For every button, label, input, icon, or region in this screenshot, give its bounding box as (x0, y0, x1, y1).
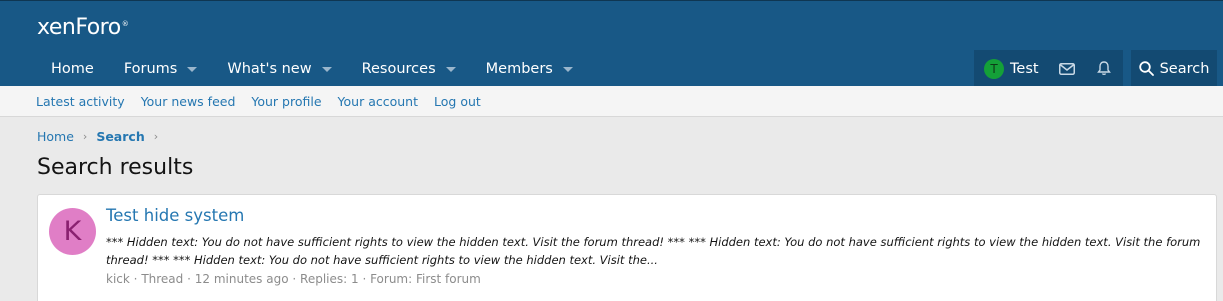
account-link[interactable]: T Test (974, 50, 1049, 87)
chevron-down-icon[interactable] (187, 67, 198, 72)
subnav-your-profile[interactable]: Your profile (251, 94, 321, 109)
envelope-icon (1059, 62, 1076, 75)
nav-tab-resources[interactable]: Resources (347, 51, 471, 87)
subnav-log-out[interactable]: Log out (434, 94, 481, 109)
nav-tab-home[interactable]: Home (36, 51, 109, 87)
nav-tab-forums[interactable]: Forums (109, 51, 213, 87)
search-button[interactable]: Search (1131, 50, 1217, 87)
username: Test (1010, 60, 1039, 77)
breadcrumb-home[interactable]: Home (37, 129, 74, 144)
avatar: T (984, 58, 1004, 79)
subnav-your-account[interactable]: Your account (338, 94, 418, 109)
result-forum-link[interactable]: Forum: First forum (370, 272, 481, 286)
chevron-right-icon: › (153, 130, 159, 143)
account-bar: T Test (974, 50, 1123, 87)
result-meta: kick · Thread · 12 minutes ago · Replies… (106, 272, 481, 286)
result-time: 12 minutes ago (194, 272, 289, 286)
sub-nav: Latest activity Your news feed Your prof… (0, 86, 1223, 117)
breadcrumb: Home › Search › (37, 129, 167, 144)
header: xenForo® Home Forums What's new Resource… (0, 0, 1223, 87)
subnav-latest-activity[interactable]: Latest activity (36, 94, 125, 109)
nav-tab-whats-new[interactable]: What's new (212, 51, 346, 87)
search-results-list: K Test hide system *** Hidden text: You … (37, 194, 1217, 301)
subnav-news-feed[interactable]: Your news feed (141, 94, 236, 109)
bell-icon (1097, 61, 1112, 76)
inbox-button[interactable] (1049, 50, 1086, 87)
search-icon (1138, 61, 1154, 76)
breadcrumb-search[interactable]: Search (96, 129, 144, 144)
logo[interactable]: xenForo® (37, 15, 129, 40)
main-nav: Home Forums What's new Resources Members (36, 51, 588, 87)
chevron-down-icon[interactable] (562, 67, 573, 72)
result-replies: Replies: 1 (300, 272, 359, 286)
chevron-down-icon[interactable] (445, 67, 456, 72)
result-title-link[interactable]: Test hide system (106, 206, 244, 225)
chevron-right-icon: › (82, 130, 88, 143)
result-type: Thread (141, 272, 184, 286)
page-title: Search results (37, 155, 194, 180)
alerts-button[interactable] (1086, 50, 1123, 87)
nav-tab-members[interactable]: Members (471, 51, 588, 87)
result-author-link[interactable]: kick (106, 272, 130, 286)
chevron-down-icon[interactable] (321, 67, 332, 72)
avatar[interactable]: K (49, 208, 96, 255)
result-snippet: *** Hidden text: You do not have suffici… (106, 235, 1201, 267)
